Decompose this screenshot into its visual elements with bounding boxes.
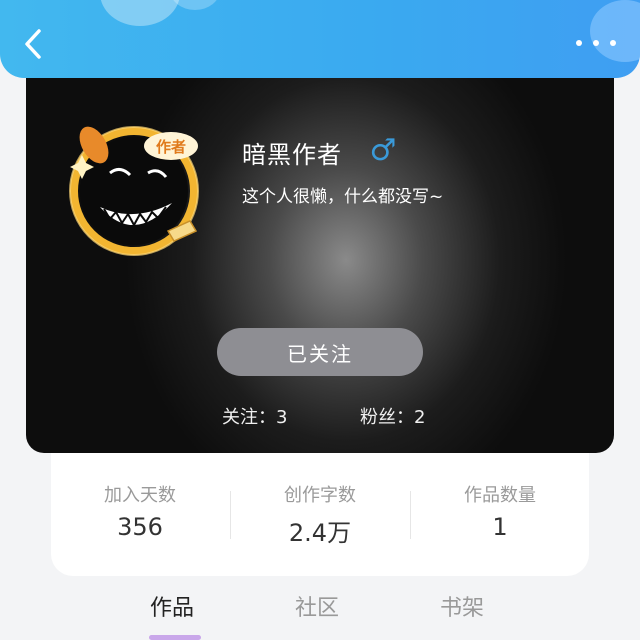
stat-label: 创作字数 (284, 485, 356, 506)
following-count[interactable]: 关注：3 (222, 403, 287, 429)
author-bio: 这个人很懒，什么都没写~ (242, 187, 444, 207)
stat-label: 作品数量 (464, 485, 536, 506)
fans-count[interactable]: 粉丝：2 (360, 403, 425, 429)
tab-bookshelf[interactable]: 书架 (440, 590, 484, 622)
tab-works[interactable]: 作品 (150, 590, 194, 622)
stat-works-count: 作品数量 1 (411, 481, 589, 541)
tab-community[interactable]: 社区 (295, 590, 339, 622)
stat-join-days: 加入天数 356 (51, 481, 229, 541)
stat-value: 2.4万 (288, 519, 352, 547)
author-name: 暗黑作者 (242, 141, 342, 169)
back-button[interactable] (18, 24, 48, 64)
author-stats-card: 加入天数 356 创作字数 2.4万 作品数量 1 (51, 453, 589, 576)
chevron-left-icon (25, 29, 41, 59)
profile-header-card: 作者 暗黑作者 ♂ 这个人很懒，什么都没写~ 已关注 关注：3 粉丝：2 (26, 60, 614, 453)
active-tab-indicator (149, 635, 201, 640)
more-dot (593, 40, 599, 46)
stat-value: 1 (492, 513, 508, 541)
gender-symbol: ♂ (370, 133, 397, 166)
decor-bubble (100, 0, 180, 26)
author-badge-text: 作者 (156, 138, 186, 156)
male-gender-icon: ♂ (370, 133, 397, 166)
stat-word-count: 创作字数 2.4万 (231, 481, 409, 548)
more-dot (610, 40, 616, 46)
more-horizontal-icon (576, 40, 582, 46)
more-options-button[interactable] (576, 28, 616, 58)
decor-bubble (170, 0, 220, 10)
stat-value: 356 (117, 513, 163, 541)
author-badge-icon: 作者 (144, 132, 198, 160)
stat-label: 加入天数 (104, 485, 176, 506)
followed-button[interactable]: 已关注 (217, 328, 423, 376)
top-nav-bar (0, 0, 640, 78)
profile-tabs: 作品 社区 书架 (0, 590, 640, 640)
